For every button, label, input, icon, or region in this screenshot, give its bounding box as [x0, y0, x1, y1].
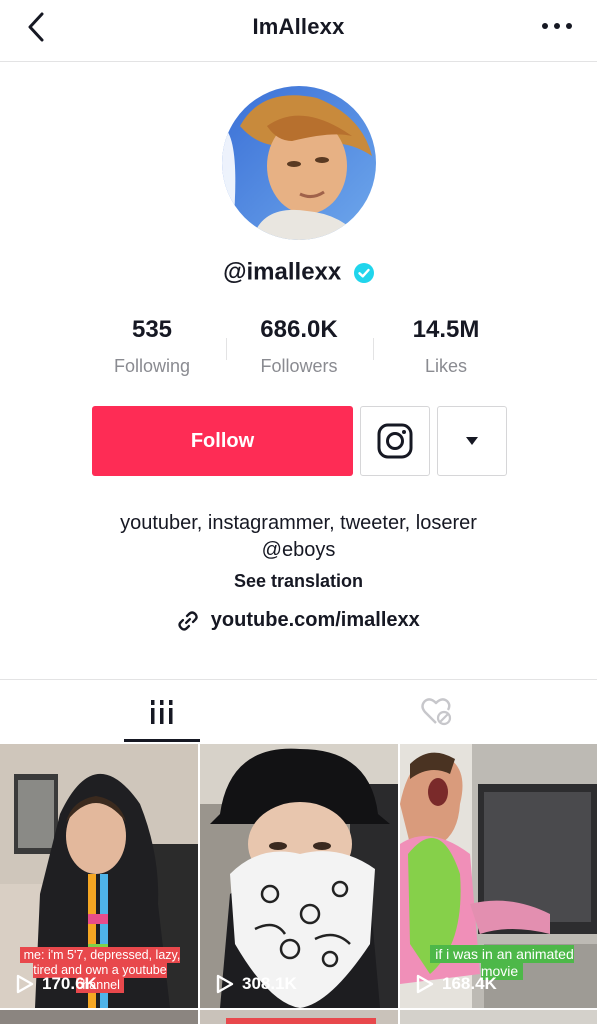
followers-count: 686.0K	[260, 316, 338, 343]
video-thumbnail[interactable]: if i was in an animated movie 168.4K	[400, 744, 597, 1008]
followers-label: Followers	[260, 356, 338, 376]
following-count: 535	[131, 316, 173, 343]
profile-bio: youtuber, instagrammer, tweeter, loserer…	[0, 510, 597, 564]
profile-stats: 535 Following 686.0K Followers 14.5M Lik…	[0, 316, 597, 386]
hidden-likes-icon	[421, 697, 452, 725]
avatar[interactable]	[222, 86, 376, 240]
suggested-accounts-dropdown-button[interactable]	[437, 406, 507, 476]
link-icon	[178, 611, 199, 631]
video-view-count: 308.1K	[216, 974, 297, 994]
tab-videos[interactable]	[62, 680, 262, 743]
caret-down-icon	[466, 437, 478, 445]
instagram-button[interactable]	[360, 406, 430, 476]
video-thumbnail-partial[interactable]	[400, 1010, 597, 1024]
grid-icon	[151, 699, 173, 724]
username-row: @imallexx	[0, 258, 597, 287]
video-thumbnail-partial[interactable]	[0, 1010, 198, 1024]
play-icon	[216, 974, 234, 994]
stat-followers[interactable]: 686.0K Followers	[224, 316, 374, 377]
verified-badge-icon	[353, 262, 374, 283]
bio-line: youtuber, instagrammer, tweeter, loserer	[120, 512, 477, 534]
video-view-count: 170.6K	[16, 974, 97, 994]
instagram-icon	[377, 423, 413, 459]
more-options-icon[interactable]	[537, 12, 577, 40]
username: @imallexx	[223, 258, 342, 286]
see-translation-link[interactable]: See translation	[0, 571, 597, 592]
top-bar: ImAllexx	[0, 0, 597, 62]
following-label: Following	[113, 356, 191, 376]
video-view-count: 168.4K	[416, 974, 497, 994]
play-icon	[16, 974, 34, 994]
profile-link-text: youtube.com/imallexx	[210, 609, 420, 632]
active-tab-indicator	[124, 739, 200, 742]
video-grid: me: i'm 5'7, depressed, lazy, tired and …	[0, 744, 597, 1024]
profile-tabs	[0, 679, 597, 743]
bio-line: @eboys	[261, 539, 336, 561]
follow-button[interactable]: Follow	[92, 406, 353, 476]
likes-label: Likes	[424, 356, 468, 376]
page-title: ImAllexx	[252, 14, 345, 39]
video-thumbnail[interactable]: 308.1K	[200, 744, 398, 1008]
profile-link[interactable]: youtube.com/imallexx	[0, 609, 597, 632]
tab-liked[interactable]	[337, 680, 537, 743]
video-thumbnail[interactable]: me: i'm 5'7, depressed, lazy, tired and …	[0, 744, 198, 1008]
video-thumbnail-partial[interactable]	[200, 1010, 398, 1024]
likes-count: 14.5M	[412, 316, 480, 343]
stat-likes[interactable]: 14.5M Likes	[371, 316, 521, 377]
play-icon	[416, 974, 434, 994]
stat-following[interactable]: 535 Following	[77, 316, 227, 377]
caption-strip	[226, 1018, 376, 1024]
